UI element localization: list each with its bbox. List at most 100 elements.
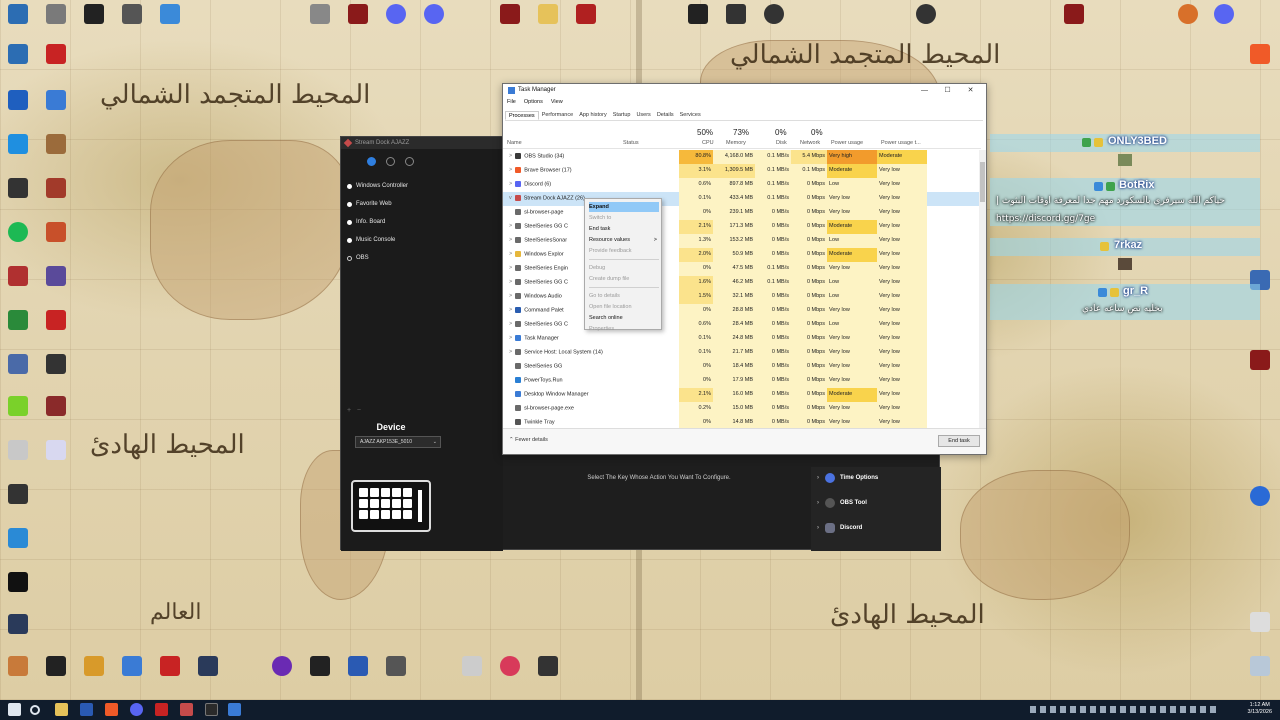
desktop-icon[interactable] [42, 44, 70, 64]
desktop-icon[interactable] [496, 4, 524, 24]
key[interactable] [392, 510, 401, 519]
key[interactable] [403, 510, 412, 519]
desktop-icon[interactable] [760, 4, 788, 24]
key[interactable] [370, 488, 379, 497]
tray-icon[interactable] [1210, 706, 1216, 713]
desktop-icon[interactable] [156, 656, 184, 676]
desktop-icon[interactable] [4, 134, 32, 154]
desktop-icon[interactable] [4, 44, 32, 64]
desktop-icon[interactable] [4, 484, 32, 504]
tray-icon[interactable] [1140, 706, 1146, 713]
chevron-right-icon[interactable]: > [509, 153, 512, 159]
desktop-icon[interactable] [1246, 44, 1274, 64]
tray-icon[interactable] [1150, 706, 1156, 713]
chevron-right-icon[interactable] [509, 363, 512, 369]
desktop-icon[interactable] [194, 656, 222, 676]
desktop-icon[interactable] [722, 4, 750, 24]
process-row[interactable]: > Windows Audio 1.5% 32.1 MB 0 MB/s 0 Mbps Low… [503, 290, 981, 304]
tab-users[interactable]: Users [633, 111, 653, 120]
desktop-icon[interactable] [118, 656, 146, 676]
desktop-icon[interactable] [80, 4, 108, 24]
category-time-options[interactable]: › Time Options [817, 471, 878, 485]
tray-icon[interactable] [1060, 706, 1066, 713]
tray-icon[interactable] [1180, 706, 1186, 713]
chevron-right-icon[interactable]: > [509, 349, 512, 355]
desktop-icon[interactable] [42, 440, 70, 460]
process-row[interactable]: > SteelSeries GG C 0.6% 28.4 MB 0 MB/s 0 Mbps… [503, 318, 981, 332]
discord-icon[interactable] [130, 703, 143, 716]
start-icon[interactable] [8, 703, 21, 716]
tray-icon[interactable] [1090, 706, 1096, 713]
desktop-icon[interactable] [268, 656, 296, 676]
maximize-icon[interactable]: ☐ [936, 85, 959, 97]
plugin-item-favorite-web[interactable]: Favorite Web [347, 197, 392, 211]
end-task-button[interactable]: End task [938, 435, 980, 447]
desktop-icon[interactable] [1210, 4, 1238, 24]
tray-icon[interactable] [1040, 706, 1046, 713]
add-profile-controls[interactable]: + − [347, 407, 361, 414]
context-menu-item[interactable]: Search online [589, 313, 659, 323]
desktop-icon[interactable] [1246, 350, 1274, 370]
key[interactable] [381, 510, 390, 519]
category-obs-tool[interactable]: › OBS Tool [817, 496, 867, 510]
chevron-right-icon[interactable]: > [509, 335, 512, 341]
column-memory[interactable]: Memory [726, 140, 746, 146]
desktop-icon[interactable] [1246, 486, 1274, 506]
tab-app-history[interactable]: App history [576, 111, 610, 120]
process-row[interactable]: > Task Manager 0.1% 24.8 MB 0 MB/s 0 Mbps Very… [503, 332, 981, 346]
tray-icon[interactable] [1170, 706, 1176, 713]
tab-performance[interactable]: Performance [539, 111, 577, 120]
desktop-icon[interactable] [4, 4, 32, 24]
menu-file[interactable]: File [507, 99, 516, 105]
process-row[interactable]: > SteelSeries GG C 1.6% 46.2 MB 0.1 MB/s 0 Mb… [503, 276, 981, 290]
settings-icon[interactable] [405, 157, 414, 166]
desktop-icon[interactable] [42, 396, 70, 416]
key[interactable] [370, 499, 379, 508]
chevron-right-icon[interactable]: > [509, 181, 512, 187]
process-row[interactable]: PowerToys.Run 0% 17.9 MB 0 MB/s 0 Mbps Very l… [503, 374, 981, 388]
key[interactable] [392, 499, 401, 508]
chevron-right-icon[interactable]: > [509, 265, 512, 271]
context-menu-item[interactable]: Resource values > [589, 235, 659, 245]
process-row[interactable]: Desktop Window Manager 2.1% 16.0 MB 0 MB/s 0… [503, 388, 981, 402]
column-status[interactable]: Status [623, 140, 639, 146]
chevron-right-icon[interactable]: > [509, 167, 512, 173]
desktop-icon[interactable] [4, 222, 32, 242]
search-icon[interactable] [30, 705, 40, 715]
desktop-icon[interactable] [572, 4, 600, 24]
plugin-item-obs[interactable]: OBS [347, 251, 369, 265]
close-icon[interactable]: ✕ [959, 85, 982, 97]
key[interactable] [370, 510, 379, 519]
desktop-icon[interactable] [1174, 4, 1202, 24]
tray-icon[interactable] [1190, 706, 1196, 713]
stream-dock-icon[interactable] [180, 703, 193, 716]
app-icon[interactable] [155, 703, 168, 716]
desktop-icon[interactable] [306, 4, 334, 24]
plugins-icon[interactable] [367, 157, 376, 166]
desktop-icon[interactable] [156, 4, 184, 24]
scrollbar-thumb[interactable] [980, 162, 985, 202]
desktop-icon[interactable] [42, 178, 70, 198]
task-manager-icon[interactable] [228, 703, 241, 716]
column-name[interactable]: Name [507, 140, 522, 146]
key[interactable] [403, 499, 412, 508]
process-row[interactable]: SteelSeries GG 0% 18.4 MB 0 MB/s 0 Mbps Very … [503, 360, 981, 374]
desktop-icon[interactable] [118, 4, 146, 24]
desktop-icon[interactable] [4, 90, 32, 110]
desktop-icon[interactable] [1060, 4, 1088, 24]
desktop-icon[interactable] [420, 4, 448, 24]
tray-icon[interactable] [1080, 706, 1086, 713]
chevron-right-icon[interactable]: > [509, 307, 512, 313]
chevron-right-icon[interactable] [509, 209, 512, 215]
chevron-right-icon[interactable] [509, 391, 512, 397]
desktop-icon[interactable] [344, 4, 372, 24]
process-row[interactable]: > Command Palet 0% 28.8 MB 0 MB/s 0 Mbps Very … [503, 304, 981, 318]
chevron-right-icon[interactable] [509, 419, 512, 425]
desktop-icon[interactable] [4, 614, 32, 634]
desktop-icon[interactable] [306, 656, 334, 676]
chevron-right-icon[interactable]: > [509, 321, 512, 327]
category-discord[interactable]: › Discord [817, 521, 862, 535]
fewer-details-link[interactable]: ⌃ Fewer details [509, 437, 548, 443]
tray-icon[interactable] [1070, 706, 1076, 713]
desktop-icon[interactable] [42, 4, 70, 24]
